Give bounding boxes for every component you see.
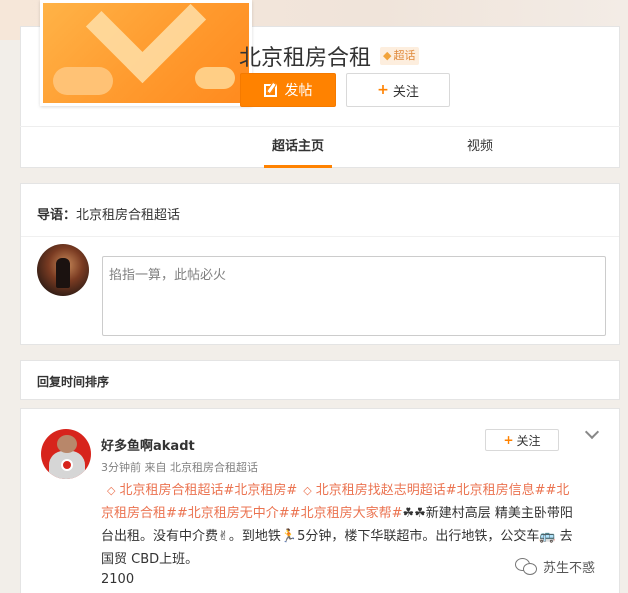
post-price: 2100 — [101, 572, 135, 587]
wechat-icon — [515, 557, 537, 575]
avatar-logo — [61, 459, 73, 471]
tab-topic-home[interactable]: 超话主页 — [264, 127, 332, 168]
follow-author-label: 关注 — [516, 433, 541, 448]
divider — [21, 236, 619, 237]
hashtag-link[interactable]: 北京租房合租超话#北京租房# — [119, 483, 297, 498]
watermark: 苏生不惑 — [515, 556, 595, 576]
watermark-text: 苏生不惑 — [543, 560, 596, 576]
hashtag-link[interactable]: 北京租房找赵志明超话#北京租房信息##北 — [316, 483, 570, 498]
post-author-avatar[interactable] — [41, 429, 91, 479]
guide-prefix: 导语： — [37, 208, 77, 223]
topic-icon: ◇ — [107, 484, 116, 497]
follow-author-button[interactable]: + 关注 — [485, 429, 559, 451]
tab-video[interactable]: 视频 — [450, 127, 510, 168]
topic-icon: ◇ — [303, 484, 312, 497]
post-line-2: 京租房合租##北京租房无中介##北京租房大家帮#☘☘新建村高层 精美主卧带阳 — [101, 502, 605, 525]
follow-topic-button[interactable]: + 关注 — [346, 73, 450, 107]
sort-bar: 回复时间排序 — [20, 360, 620, 400]
current-user-avatar[interactable] — [37, 244, 89, 296]
diamond-icon: ◆ — [383, 49, 392, 62]
plus-icon: + — [503, 433, 514, 447]
super-topic-badge: ◆ 超话 — [380, 47, 420, 65]
topic-title: 北京租房合租 — [239, 46, 372, 71]
guide-text: 北京租房合租超话 — [76, 208, 181, 223]
post-meta: 3分钟前 来自 北京租房合租超话 — [101, 461, 258, 474]
post-author-name[interactable]: 好多鱼啊akadt — [101, 435, 195, 454]
post-line-1: ◇ 北京租房合租超话#北京租房# ◇ 北京租房找赵志明超话#北京租房信息##北 — [101, 479, 605, 502]
post-text: ☘☘新建村高层 精美主卧带阳 — [402, 506, 573, 521]
composer-card: 导语：北京租房合租超话 掐指一算，此帖必火 — [20, 183, 620, 345]
sort-by-reply-time[interactable]: 回复时间排序 — [37, 373, 109, 390]
post-line-3: 台出租。没有中介费✌。到地铁🏃5分钟，楼下华联超市。出行地铁，公交车🚌 去 — [101, 529, 573, 544]
cover-cloud-shape-small — [195, 67, 235, 89]
hashtag-link[interactable]: 京租房合租##北京租房无中介##北京租房大家帮# — [101, 506, 402, 521]
topic-guide: 导语：北京租房合租超话 — [37, 204, 180, 223]
super-topic-badge-label: 超话 — [393, 49, 416, 62]
chevron-down-icon[interactable] — [584, 424, 600, 440]
cover-cloud-shape — [53, 67, 113, 95]
topic-cover-image — [40, 0, 252, 106]
topic-tabs: 超话主页 视频 — [20, 126, 620, 168]
post-composer-input[interactable]: 掐指一算，此帖必火 — [102, 256, 606, 336]
avatar-head — [57, 435, 77, 453]
avatar-figure — [56, 258, 70, 288]
follow-topic-label: 关注 — [392, 84, 419, 100]
post-button-label: 发帖 — [284, 83, 313, 99]
post-button[interactable]: 发帖 — [240, 73, 336, 107]
plus-icon: + — [377, 82, 389, 98]
edit-icon — [263, 83, 277, 97]
